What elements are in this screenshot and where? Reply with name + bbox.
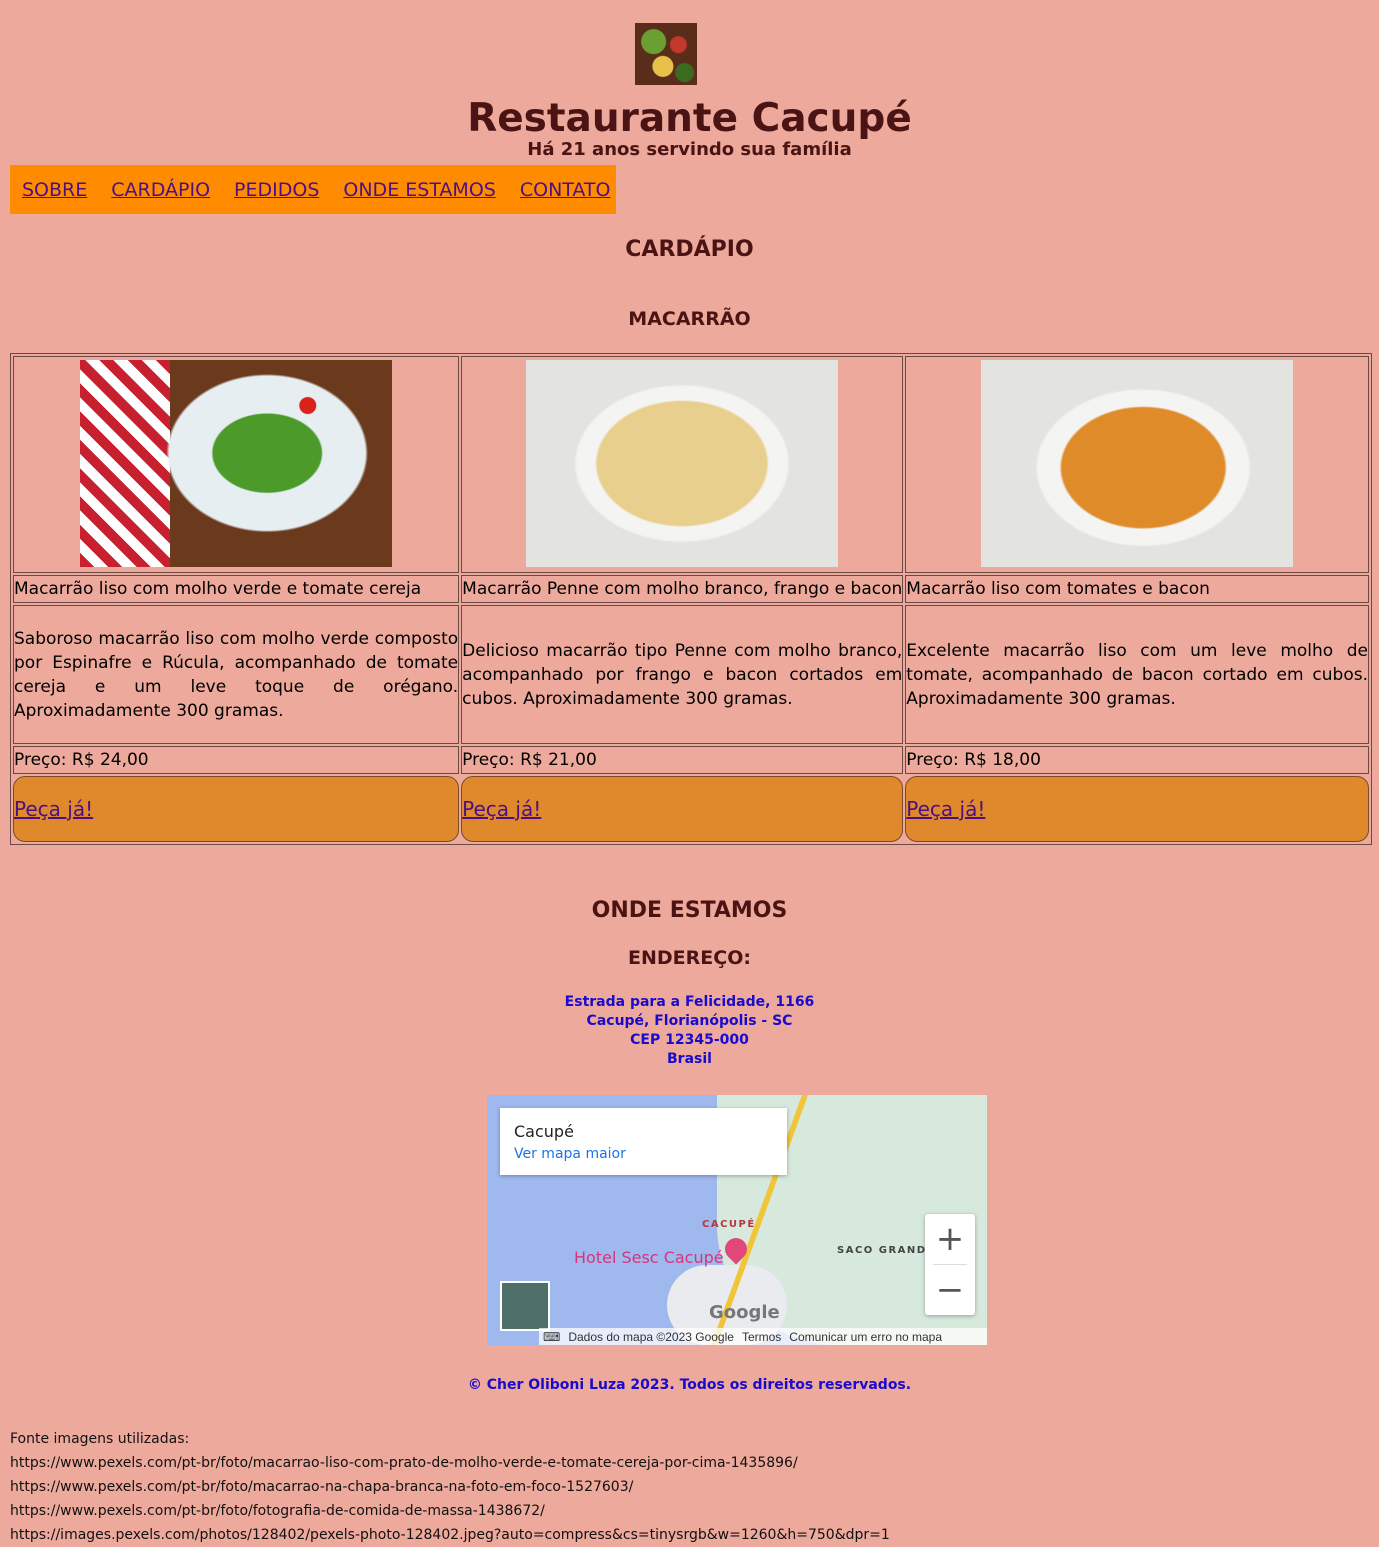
order-row: Peça já! Peça já! Peça já!: [13, 776, 1369, 842]
nav-link-onde-estamos[interactable]: ONDE ESTAMOS: [343, 179, 495, 201]
order-cell: Peça já!: [461, 776, 904, 842]
map-hotel-label[interactable]: Hotel Sesc Cacupé: [574, 1248, 724, 1267]
tomato-bacon-pasta-image: [981, 360, 1294, 567]
address-block: Estrada para a Felicidade, 1166 Cacupé, …: [0, 993, 1379, 1069]
map-label-cacupe: CACUPÉ: [702, 1219, 756, 1230]
source-url: https://www.pexels.com/pt-br/foto/macarr…: [10, 1479, 634, 1495]
copyright: © Cher Oliboni Luza 2023. Todos os direi…: [467, 1377, 912, 1393]
dish-price: Preço: R$ 21,00: [461, 746, 904, 774]
nav-link-pedidos[interactable]: PEDIDOS: [234, 179, 319, 201]
dish-image-cell: [461, 356, 904, 573]
source-url: https://www.pexels.com/pt-br/foto/fotogr…: [10, 1503, 545, 1519]
penne-pasta-image: [526, 360, 839, 567]
map-info-card: Cacupé Ver mapa maior: [500, 1108, 787, 1175]
zoom-out-button[interactable]: −: [925, 1265, 975, 1315]
order-link[interactable]: Peça já!: [462, 797, 541, 821]
order-cell: Peça já!: [905, 776, 1369, 842]
menu-heading: CARDÁPIO: [625, 237, 754, 262]
map-label-saco-grande: SACO GRANDE: [837, 1245, 935, 1256]
dish-description: Excelente macarrão liso com um leve molh…: [906, 640, 1368, 709]
dish-price: Preço: R$ 18,00: [905, 746, 1369, 774]
location-heading: ONDE ESTAMOS: [591, 898, 788, 923]
dish-description: Saboroso macarrão liso com molho verde c…: [14, 628, 459, 721]
address-line: Cacupé, Florianópolis - SC: [586, 1013, 793, 1029]
dish-name: Macarrão Penne com molho branco, frango …: [461, 575, 904, 603]
order-link[interactable]: Peça já!: [14, 797, 93, 821]
nav-link-sobre[interactable]: SOBRE: [22, 179, 87, 201]
descriptions-row: Saboroso macarrão liso com molho verde c…: [13, 605, 1369, 744]
nav-link-cardapio[interactable]: CARDÁPIO: [111, 179, 210, 201]
dish-name: Macarrão liso com molho verde e tomate c…: [13, 575, 460, 603]
order-link[interactable]: Peça já!: [906, 797, 985, 821]
dish-price: Preço: R$ 24,00: [13, 746, 460, 774]
satellite-toggle[interactable]: [500, 1281, 550, 1331]
google-logo: Google: [709, 1302, 780, 1323]
dish-image-cell: [905, 356, 1369, 573]
names-row: Macarrão liso com molho verde e tomate c…: [13, 575, 1369, 603]
address-heading: ENDEREÇO:: [628, 947, 751, 969]
order-cell: Peça já!: [13, 776, 460, 842]
image-sources: Fonte imagens utilizadas: https://www.pe…: [10, 1427, 890, 1547]
prices-row: Preço: R$ 24,00 Preço: R$ 21,00 Preço: R…: [13, 746, 1369, 774]
dish-description-cell: Delicioso macarrão tipo Penne com molho …: [461, 605, 904, 744]
category-heading: MACARRÃO: [628, 308, 751, 330]
zoom-in-button[interactable]: +: [925, 1214, 975, 1264]
nav-link-contato[interactable]: CONTATO: [520, 179, 611, 201]
map-report-link[interactable]: Comunicar um erro no mapa: [789, 1330, 942, 1344]
keyboard-icon[interactable]: ⌨: [543, 1330, 560, 1344]
restaurant-logo: [635, 23, 697, 85]
dish-description: Delicioso macarrão tipo Penne com molho …: [462, 640, 903, 709]
sources-title: Fonte imagens utilizadas:: [10, 1431, 190, 1447]
map-terms-link[interactable]: Termos: [742, 1330, 781, 1344]
dish-description-cell: Saboroso macarrão liso com molho verde c…: [13, 605, 460, 744]
dish-description-cell: Excelente macarrão liso com um leve molh…: [905, 605, 1369, 744]
dishes-table: Macarrão liso com molho verde e tomate c…: [10, 353, 1372, 845]
address-line: CEP 12345-000: [630, 1032, 749, 1048]
address-line: Estrada para a Felicidade, 1166: [564, 994, 815, 1010]
page-subtitle: Há 21 anos servindo sua família: [527, 139, 852, 160]
map-zoom-controls: + −: [925, 1214, 975, 1315]
map-data-text: Dados do mapa ©2023 Google: [568, 1329, 734, 1344]
green-pasta-image: [80, 360, 393, 567]
embedded-map[interactable]: Cacupé Ver mapa maior CACUPÉ SACO GRANDE…: [487, 1095, 987, 1345]
main-nav: SOBRE CARDÁPIO PEDIDOS ONDE ESTAMOS CONT…: [10, 165, 616, 214]
address-line: Brasil: [667, 1051, 712, 1067]
dish-image-cell: [13, 356, 460, 573]
dish-name: Macarrão liso com tomates e bacon: [905, 575, 1369, 603]
map-place-name: Cacupé: [514, 1122, 574, 1141]
source-url: https://www.pexels.com/pt-br/foto/macarr…: [10, 1455, 798, 1471]
source-url: https://images.pexels.com/photos/128402/…: [10, 1527, 890, 1543]
map-footer-bar: ⌨ Dados do mapa ©2023 Google Termos Comu…: [539, 1328, 987, 1345]
images-row: [13, 356, 1369, 573]
page-title: Restaurante Cacupé: [467, 96, 912, 141]
larger-map-link[interactable]: Ver mapa maior: [514, 1146, 626, 1162]
